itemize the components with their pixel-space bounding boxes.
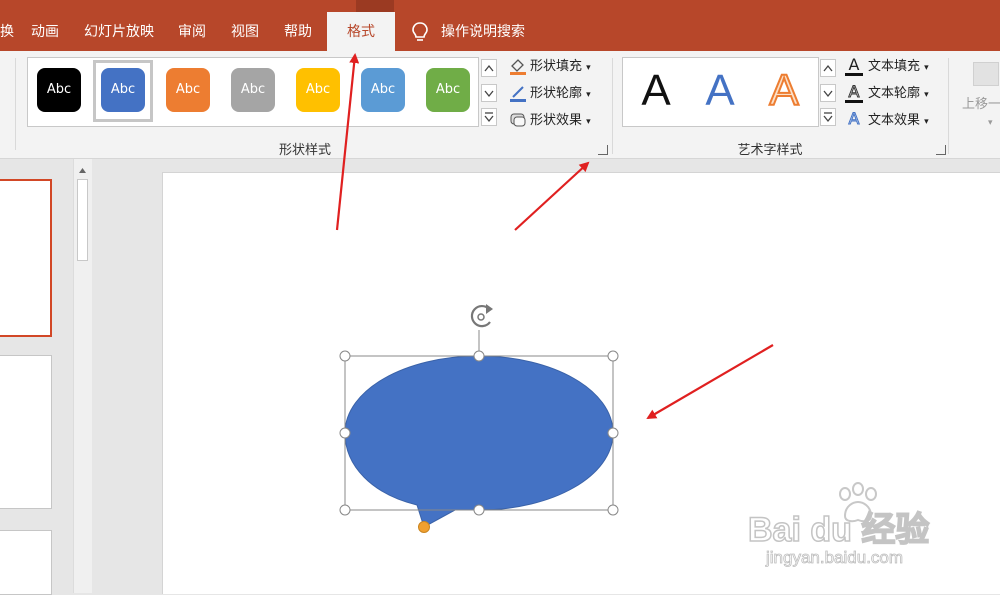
watermark-url: jingyan.baidu.com: [766, 548, 904, 568]
rotate-handle-icon[interactable]: [470, 304, 493, 328]
resize-handle[interactable]: [339, 350, 351, 362]
resize-handle[interactable]: [339, 427, 351, 439]
resize-handle[interactable]: [473, 504, 485, 516]
watermark-brand: Bai du 经验: [747, 510, 930, 550]
adjustment-handle[interactable]: [418, 521, 430, 533]
resize-handle[interactable]: [607, 427, 619, 439]
oval-callout-shape[interactable]: [344, 355, 614, 528]
baidu-jingyan-watermark: Bai du 经验 jingyan.baidu.com: [747, 480, 968, 580]
resize-handle[interactable]: [473, 350, 485, 362]
annotation-arrow: [335, 53, 360, 231]
resize-handle[interactable]: [339, 504, 351, 516]
annotation-arrow: [514, 161, 590, 231]
resize-handle[interactable]: [607, 350, 619, 362]
resize-handle[interactable]: [607, 504, 619, 516]
annotation-arrow: [646, 344, 774, 420]
